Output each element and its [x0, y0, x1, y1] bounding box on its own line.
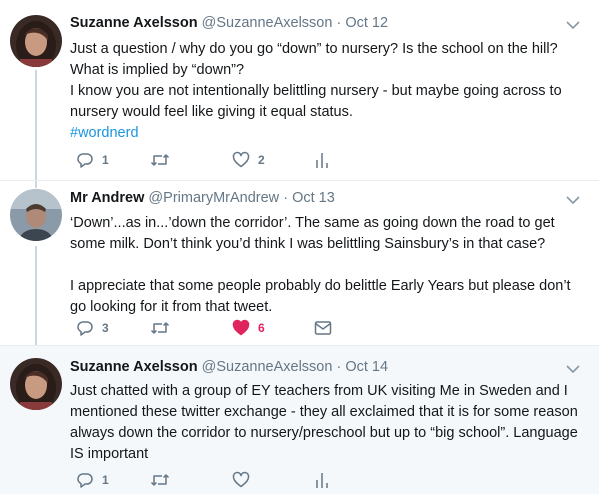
retweet-icon	[150, 474, 170, 486]
user-handle[interactable]: @SuzanneAxelsson	[202, 359, 333, 375]
separator-dot: ·	[336, 359, 342, 375]
tweet-text-line: mentioned these twitter exchange - they …	[70, 404, 578, 420]
retweet-button[interactable]	[150, 470, 170, 490]
chevron-down-icon[interactable]	[565, 20, 581, 30]
tweet-text-line: go looking for it from that tweet.	[70, 299, 273, 315]
chevron-down-icon[interactable]	[565, 364, 581, 374]
tweet-text-line: IS important	[70, 446, 149, 462]
tweet-text-line: ‘Down’...as in...’down the corridor’. Th…	[70, 215, 555, 231]
retweet-button[interactable]	[150, 150, 170, 170]
tweet[interactable]: Suzanne Axelsson @SuzanneAxelsson · Oct …	[0, 0, 599, 180]
tweet[interactable]: Suzanne Axelsson @SuzanneAxelsson · Oct …	[0, 346, 599, 494]
reply-icon	[77, 321, 93, 336]
tweet-text-line: I appreciate that some people probably d…	[70, 278, 571, 294]
retweet-button[interactable]	[150, 318, 170, 338]
retweet-icon	[150, 154, 170, 166]
like-button[interactable]: 6	[232, 318, 265, 338]
avatar[interactable]	[10, 15, 62, 67]
tweet-text-line: I know you are not intentionally belittl…	[70, 83, 562, 99]
tweet-actions: 1 2	[72, 150, 372, 170]
tweet-text-line: always down the corridor to nursery/pres…	[70, 425, 578, 441]
heart-icon	[232, 471, 250, 488]
separator-dot: ·	[283, 190, 289, 206]
reply-icon	[77, 473, 93, 488]
display-name[interactable]: Mr Andrew	[70, 190, 144, 206]
reply-button[interactable]: 1	[76, 470, 109, 490]
tweet-text: Just chatted with a group of EY teachers…	[70, 381, 585, 465]
timestamp[interactable]: Oct 14	[345, 359, 388, 375]
tweet-text-line: Just a question / why do you go “down” t…	[70, 41, 558, 57]
direct-message-icon	[314, 321, 332, 335]
tweet-actions: 3 6	[72, 318, 372, 338]
analytics-icon	[316, 153, 328, 168]
tweet-text: ‘Down’...as in...’down the corridor’. Th…	[70, 213, 585, 318]
reply-button[interactable]: 1	[76, 150, 109, 170]
like-button[interactable]: 2	[232, 150, 265, 170]
reply-button[interactable]: 3	[76, 318, 109, 338]
chevron-down-icon[interactable]	[565, 195, 581, 205]
tweet-header: Suzanne Axelsson @SuzanneAxelsson · Oct …	[70, 358, 388, 376]
heart-icon	[232, 151, 250, 168]
avatar[interactable]	[10, 358, 62, 410]
reply-count: 1	[102, 473, 109, 487]
user-handle[interactable]: @SuzanneAxelsson	[202, 15, 333, 31]
tweet-header: Mr Andrew @PrimaryMrAndrew · Oct 13	[70, 189, 335, 207]
tweet-text-line: nursery would feel like giving it equal …	[70, 104, 353, 120]
avatar[interactable]	[10, 189, 62, 241]
tweet-text-line	[70, 255, 585, 276]
heart-icon	[232, 319, 250, 336]
reply-count: 1	[102, 153, 109, 167]
retweet-icon	[150, 322, 170, 334]
tweet-text-line: What is implied by “down”?	[70, 62, 245, 78]
tweet-text-line: Just chatted with a group of EY teachers…	[70, 383, 568, 399]
like-button[interactable]	[232, 470, 250, 490]
reply-count: 3	[102, 321, 109, 335]
timestamp[interactable]: Oct 12	[345, 15, 388, 31]
tweet-text-line: some milk. Don’t think you’d think I was…	[70, 236, 546, 252]
user-handle[interactable]: @PrimaryMrAndrew	[148, 190, 279, 206]
reply-icon	[77, 153, 93, 168]
like-count: 6	[258, 321, 265, 335]
analytics-icon	[316, 473, 328, 488]
tweet[interactable]: Mr Andrew @PrimaryMrAndrew · Oct 13 ‘Dow…	[0, 181, 599, 345]
tweet-text: Just a question / why do you go “down” t…	[70, 39, 585, 144]
display-name[interactable]: Suzanne Axelsson	[70, 359, 198, 375]
hashtag-link[interactable]: #wordnerd	[70, 125, 139, 141]
timestamp[interactable]: Oct 13	[292, 190, 335, 206]
tweet-actions: 1	[72, 470, 372, 490]
analytics-button[interactable]	[314, 150, 330, 170]
like-count: 2	[258, 153, 265, 167]
direct-message-button[interactable]	[314, 318, 332, 338]
display-name[interactable]: Suzanne Axelsson	[70, 15, 198, 31]
analytics-button[interactable]	[314, 470, 330, 490]
separator-dot: ·	[336, 15, 342, 31]
tweet-header: Suzanne Axelsson @SuzanneAxelsson · Oct …	[70, 14, 388, 32]
